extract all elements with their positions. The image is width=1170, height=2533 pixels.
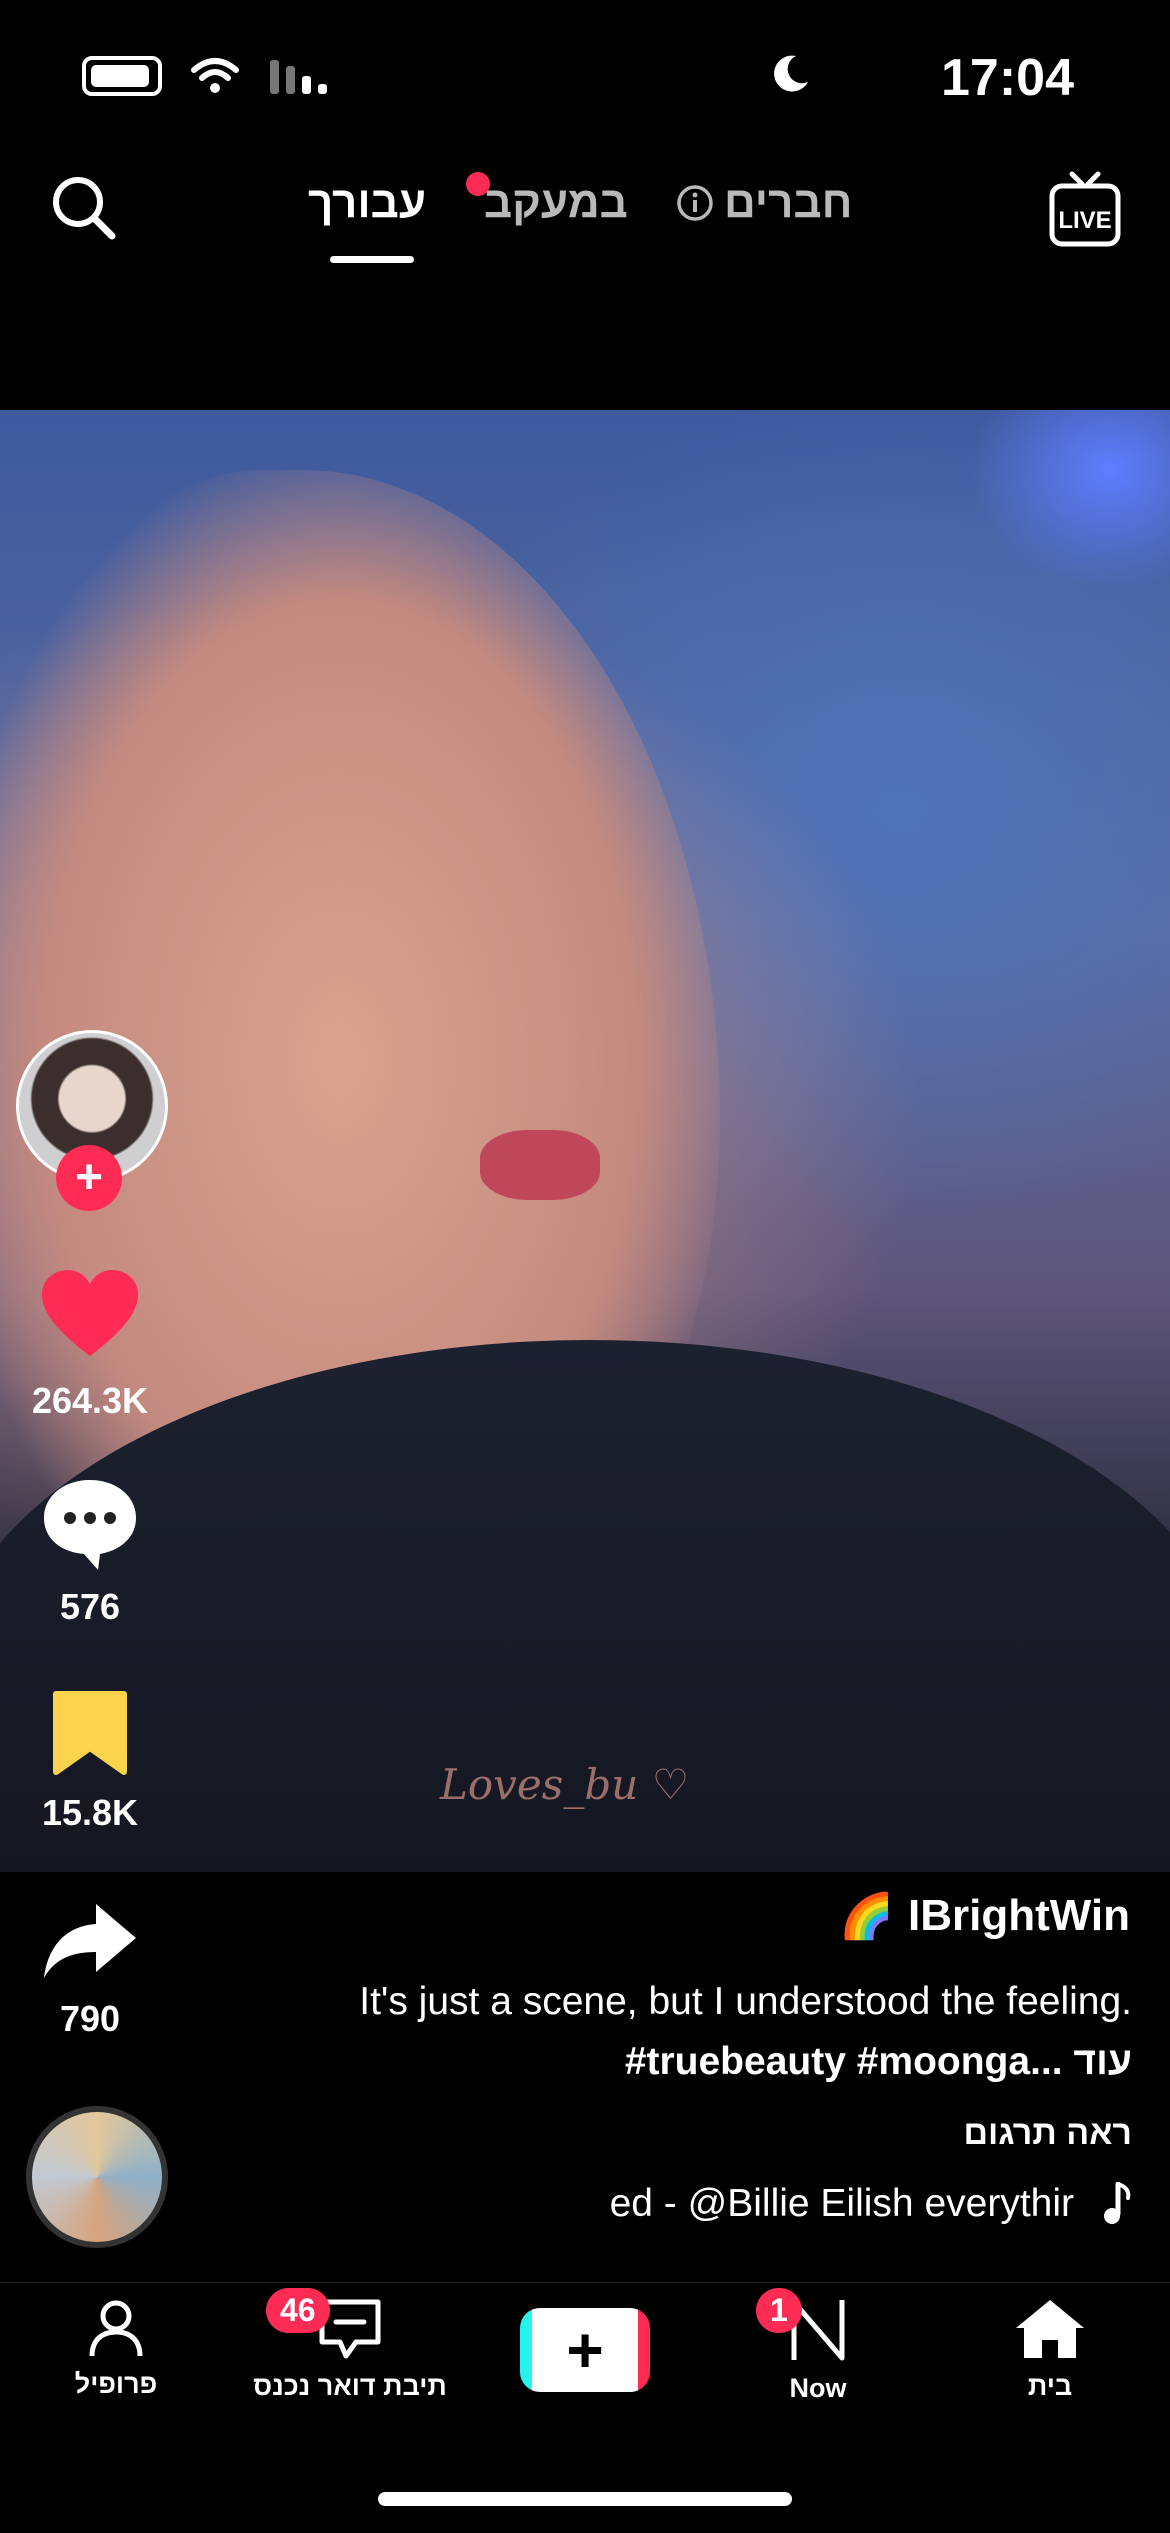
tab-active-indicator xyxy=(330,256,414,263)
create-button[interactable]: + xyxy=(520,2308,650,2392)
music-disc[interactable] xyxy=(26,2106,168,2248)
bookmark-icon[interactable] xyxy=(52,1690,128,1776)
following-notification-dot xyxy=(466,172,490,196)
follow-plus-button[interactable]: + xyxy=(56,1145,122,1211)
heart-icon[interactable] xyxy=(40,1268,140,1360)
save-count: 15.8K xyxy=(41,1792,139,1833)
share-icon[interactable] xyxy=(40,1900,140,1982)
music-title: ed - @Billie Eilish everythir xyxy=(609,2182,1074,2225)
share-count: 790 xyxy=(59,1998,121,2039)
music-info[interactable]: ed - @Billie Eilish everythir xyxy=(474,2182,1132,2226)
nav-profile[interactable]: פרופיל xyxy=(16,2298,216,2400)
now-badge: 1 xyxy=(756,2288,802,2333)
tab-friends[interactable]: חברים xyxy=(676,178,852,228)
info-icon[interactable] xyxy=(676,184,714,222)
nav-now-label: Now xyxy=(789,2373,847,2403)
profile-icon xyxy=(89,2300,143,2357)
status-left xyxy=(82,56,328,96)
home-indicator xyxy=(378,2492,792,2506)
home-icon xyxy=(1016,2300,1084,2358)
tab-friends-label: חברים xyxy=(724,178,853,227)
nav-now[interactable]: Now xyxy=(718,2298,918,2404)
creator-username[interactable]: 🌈 IBrightWin xyxy=(839,1890,1130,1942)
video-watermark: Loves_bu ♡ xyxy=(440,1760,690,1809)
live-label: LIVE xyxy=(1058,207,1111,234)
username-emoji: 🌈 xyxy=(839,1892,894,1941)
video-player[interactable] xyxy=(0,410,1170,1872)
nav-home-label: בית xyxy=(1027,2371,1073,2401)
see-translation-link[interactable]: ראה תרגום xyxy=(963,2114,1132,2153)
moon-icon xyxy=(774,55,808,92)
username-text: IBrightWin xyxy=(908,1891,1130,1940)
video-lips xyxy=(480,1130,600,1200)
caption-text: It's just a scene, but I understood the … xyxy=(359,1980,1132,2023)
music-note-icon xyxy=(1104,2182,1131,2224)
status-time: 17:04 xyxy=(941,49,1074,107)
caption-more-link[interactable]: עוד xyxy=(1073,2040,1132,2083)
video-caption: It's just a scene, but I understood the … xyxy=(312,1972,1132,2092)
inbox-badge: 46 xyxy=(266,2288,330,2333)
nav-profile-label: פרופיל xyxy=(74,2369,158,2399)
comment-icon[interactable] xyxy=(40,1476,140,1572)
tab-for-you[interactable]: עבורך xyxy=(308,178,426,228)
like-count: 264.3K xyxy=(31,1380,149,1421)
search-icon[interactable] xyxy=(48,172,120,244)
tab-following[interactable]: במעקב xyxy=(484,178,628,228)
wifi-icon xyxy=(191,58,239,93)
battery-icon xyxy=(82,56,162,96)
caption-hashtags[interactable]: #truebeauty #moonga... xyxy=(625,2040,1063,2083)
nav-inbox-label: תיבת דואר נכנס xyxy=(253,2371,447,2401)
comment-count: 576 xyxy=(59,1586,121,1627)
signal-icon xyxy=(270,60,327,94)
create-plus-icon: + xyxy=(532,2308,638,2392)
nav-home[interactable]: בית xyxy=(950,2298,1150,2402)
live-icon[interactable]: LIVE xyxy=(1048,170,1122,250)
